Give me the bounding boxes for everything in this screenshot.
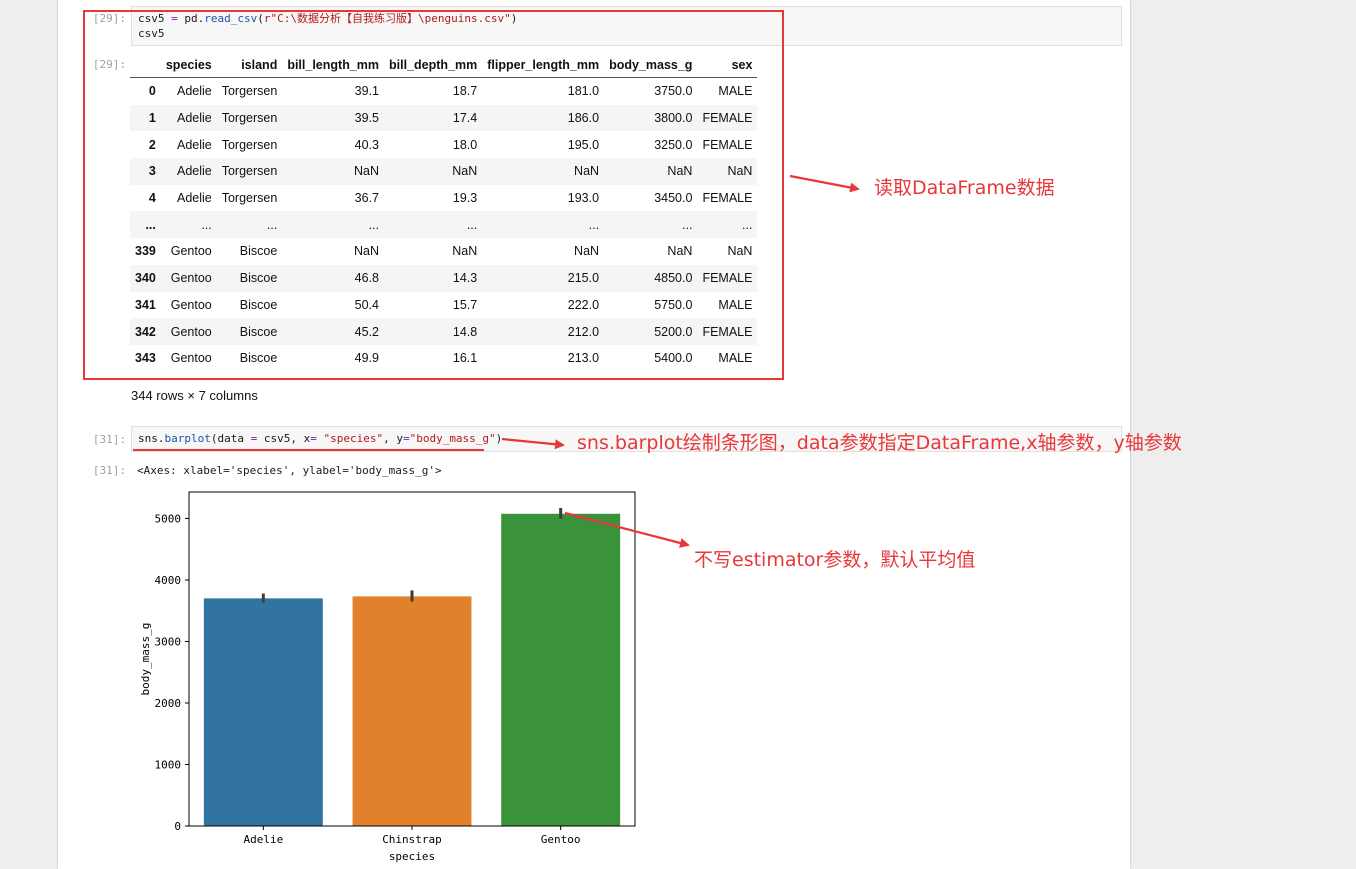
arrow-to-estimator-annotation (564, 511, 690, 548)
annotation-estimator: 不写estimator参数，默认平均值 (694, 549, 976, 571)
arrow-to-barplot-annotation (501, 437, 565, 450)
annotation-barplot: sns.barplot绘制条形图，data参数指定DataFrame,x轴参数，… (577, 432, 1182, 454)
annotation-read-dataframe: 读取DataFrame数据 (874, 177, 1055, 199)
arrow-to-read-annotation (789, 174, 860, 193)
